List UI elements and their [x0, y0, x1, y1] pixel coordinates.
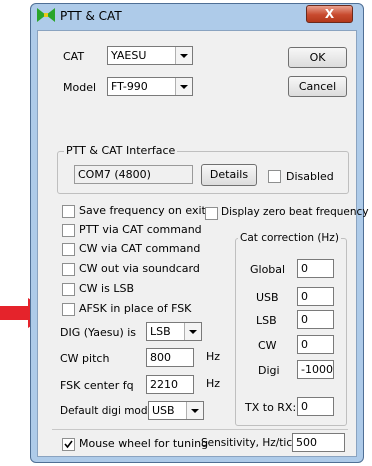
sensitivity-input[interactable]: 500: [292, 433, 345, 452]
dig-select[interactable]: LSB: [146, 322, 202, 341]
lsb-input[interactable]: 0: [297, 310, 334, 329]
bottom-divider: [52, 429, 348, 430]
ptt-via-cat-label: PTT via CAT command: [79, 223, 202, 236]
cw-input[interactable]: 0: [297, 335, 334, 354]
dig-label: DIG (Yaesu) is: [60, 326, 137, 339]
fsk-center-unit: Hz: [206, 377, 221, 390]
save-frequency-checkbox[interactable]: [62, 205, 75, 218]
lsb-label: LSB: [256, 314, 277, 327]
model-select[interactable]: FT-990: [107, 77, 193, 96]
cw-pitch-label: CW pitch: [60, 352, 110, 365]
digi-label: Digi: [258, 364, 280, 377]
default-digi-select[interactable]: USB: [148, 401, 204, 420]
close-button[interactable]: X: [306, 5, 353, 23]
cw-soundcard-label: CW out via soundcard: [79, 262, 200, 275]
display-zero-beat-label: Display zero beat frequency: [221, 206, 369, 218]
tx-rx-label: TX to RX:: [245, 401, 297, 414]
window-title: PTT & CAT: [60, 9, 122, 23]
port-field: COM7 (4800): [74, 165, 193, 184]
interface-group-title: PTT & CAT Interface: [64, 144, 178, 157]
model-label: Model: [63, 81, 97, 94]
afsk-label: AFSK in place of FSK: [79, 302, 192, 315]
cw-lsb-checkbox[interactable]: [62, 283, 75, 296]
save-frequency-label: Save frequency on exit: [79, 204, 206, 217]
mouse-wheel-checkbox[interactable]: [62, 438, 75, 451]
dig-select-value: LSB: [150, 325, 171, 338]
cw-soundcard-checkbox[interactable]: [62, 263, 75, 276]
digi-input[interactable]: -1000: [297, 360, 334, 379]
chevron-down-icon: [186, 402, 203, 419]
cat-select-value: YAESU: [111, 49, 147, 62]
app-icon: [37, 8, 55, 22]
cw-pitch-input[interactable]: 800: [146, 348, 194, 367]
cat-label: CAT: [63, 50, 85, 63]
sensitivity-label: Sensitivity, Hz/tick: [201, 437, 299, 449]
chevron-down-icon: [175, 47, 192, 64]
default-digi-value: USB: [152, 404, 175, 417]
usb-input[interactable]: 0: [297, 287, 334, 306]
chevron-down-icon: [175, 78, 192, 95]
chevron-down-icon: [184, 323, 201, 340]
disabled-checkbox[interactable]: [268, 170, 281, 183]
afsk-checkbox[interactable]: [62, 303, 75, 316]
fsk-center-label: FSK center fq: [60, 379, 134, 392]
tx-rx-input[interactable]: 0: [297, 397, 334, 416]
fsk-center-input[interactable]: 2210: [146, 375, 194, 394]
cw-pitch-unit: Hz: [206, 350, 221, 363]
cw-lsb-label: CW is LSB: [79, 282, 134, 295]
correction-group-title: Cat correction (Hz): [238, 232, 341, 244]
usb-label: USB: [256, 291, 279, 304]
cw-label: CW: [258, 339, 277, 352]
details-button[interactable]: Details: [201, 164, 257, 186]
disabled-label: Disabled: [286, 170, 334, 183]
cancel-button[interactable]: Cancel: [288, 76, 347, 97]
ptt-via-cat-checkbox[interactable]: [62, 224, 75, 237]
cw-via-cat-checkbox[interactable]: [62, 243, 75, 256]
global-label: Global: [250, 263, 286, 276]
ok-button[interactable]: OK: [288, 47, 347, 68]
cat-select[interactable]: YAESU: [107, 46, 193, 65]
model-select-value: FT-990: [111, 80, 148, 93]
mouse-wheel-label: Mouse wheel for tuning: [79, 437, 209, 450]
display-zero-beat-checkbox[interactable]: [205, 207, 218, 220]
default-digi-label: Default digi mode: [60, 405, 154, 417]
cw-via-cat-label: CW via CAT command: [79, 242, 201, 255]
checkmark-icon: [64, 440, 73, 449]
global-input[interactable]: 0: [297, 259, 334, 278]
